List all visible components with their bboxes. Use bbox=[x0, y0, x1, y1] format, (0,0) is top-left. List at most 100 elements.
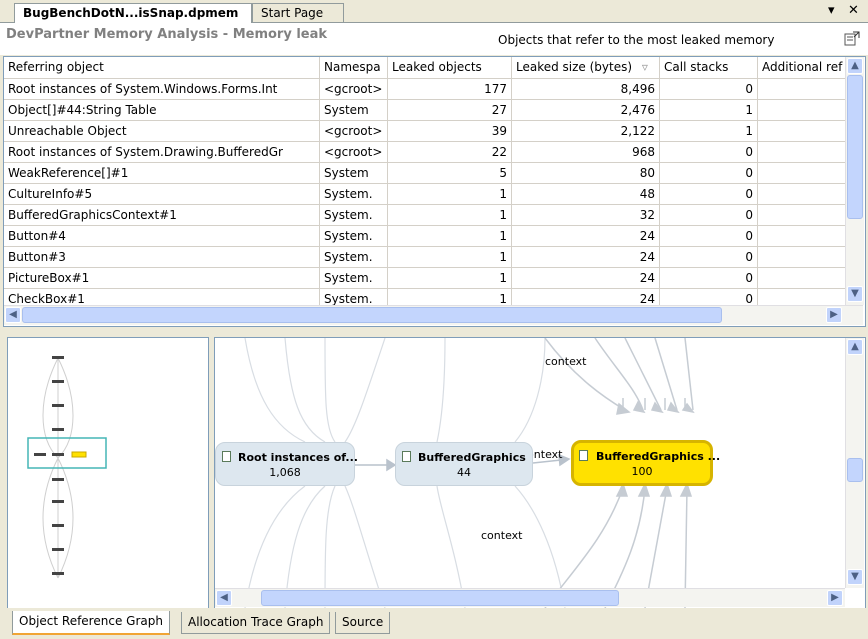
edge-label-context: context bbox=[481, 529, 523, 542]
table-cell: <gcroot> bbox=[320, 121, 388, 142]
table-row[interactable]: PictureBox#1 System. 1 24 0 bbox=[4, 268, 846, 289]
document-icon bbox=[402, 451, 411, 462]
table-row[interactable]: CultureInfo#5 System. 1 48 0 bbox=[4, 184, 846, 205]
table-cell: 1 bbox=[388, 205, 512, 226]
scroll-right-icon[interactable]: ▶ bbox=[826, 307, 842, 323]
table-cell: 0 bbox=[660, 226, 758, 247]
doc-tab-dpmem[interactable]: BugBenchDotN...isSnap.dpmem bbox=[14, 3, 252, 23]
table-cell: System. bbox=[320, 205, 388, 226]
table-row[interactable]: Button#3 System. 1 24 0 bbox=[4, 247, 846, 268]
table-row[interactable]: WeakReference[]#1 System 5 80 0 bbox=[4, 163, 846, 184]
pane-splitter[interactable] bbox=[0, 327, 868, 335]
table-cell: PictureBox#1 bbox=[4, 268, 320, 289]
table-cell: 2,476 bbox=[512, 100, 660, 121]
graph-node-buffered-graphics-selected[interactable]: BufferedGraphics ... 100 bbox=[571, 440, 720, 486]
chevron-down-icon[interactable]: ▾ bbox=[828, 2, 835, 20]
scroll-right-icon[interactable]: ▶ bbox=[827, 590, 843, 606]
table-cell: 22 bbox=[388, 142, 512, 163]
table-cell: 24 bbox=[512, 268, 660, 289]
graph-node-value: 1,068 bbox=[269, 466, 301, 479]
bottom-tab-strip: Object Reference Graph Allocation Trace … bbox=[0, 608, 868, 639]
column-header-referring-object[interactable]: Referring object bbox=[4, 57, 320, 79]
table-cell bbox=[758, 142, 846, 163]
table-cell: Unreachable Object bbox=[4, 121, 320, 142]
graph-horizontal-scrollbar[interactable]: ◀ ▶ bbox=[215, 588, 845, 607]
table-cell: 1 bbox=[388, 268, 512, 289]
table-cell bbox=[758, 163, 846, 184]
graph-node-root-instances[interactable]: Root instances of... 1,068 bbox=[215, 442, 358, 486]
table-cell: System. bbox=[320, 226, 388, 247]
table-row[interactable]: Root instances of System.Drawing.Buffere… bbox=[4, 142, 846, 163]
object-reference-graph[interactable]: context context context Root instances o… bbox=[214, 337, 866, 609]
grid-hscroll-thumb[interactable] bbox=[22, 307, 722, 323]
document-icon bbox=[579, 450, 588, 461]
page-title: DevPartner Memory Analysis - Memory leak bbox=[6, 27, 328, 42]
graph-vscroll-thumb[interactable] bbox=[847, 458, 863, 482]
sort-descending-icon: ▿ bbox=[641, 60, 648, 74]
table-row[interactable]: Button#4 System. 1 24 0 bbox=[4, 226, 846, 247]
table-cell: WeakReference[]#1 bbox=[4, 163, 320, 184]
table-cell: CultureInfo#5 bbox=[4, 184, 320, 205]
table-cell: 0 bbox=[660, 184, 758, 205]
table-cell: System. bbox=[320, 247, 388, 268]
scroll-left-icon[interactable]: ◀ bbox=[216, 590, 232, 606]
table-cell: Object[]#44:String Table bbox=[4, 100, 320, 121]
table-cell: Root instances of System.Windows.Forms.I… bbox=[4, 79, 320, 100]
table-row[interactable]: Unreachable Object <gcroot> 39 2,122 1 bbox=[4, 121, 846, 142]
table-cell bbox=[758, 121, 846, 142]
scroll-up-icon[interactable]: ▲ bbox=[847, 58, 863, 74]
scroll-left-icon[interactable]: ◀ bbox=[5, 307, 21, 323]
table-cell: 1 bbox=[660, 100, 758, 121]
graph-vertical-scrollbar[interactable]: ▲ ▼ bbox=[845, 338, 864, 588]
tab-object-reference-graph[interactable]: Object Reference Graph bbox=[12, 611, 170, 635]
overview-minimap bbox=[27, 356, 107, 579]
column-header-leaked-size-label: Leaked size (bytes) bbox=[516, 60, 633, 74]
table-cell bbox=[758, 247, 846, 268]
scroll-up-icon[interactable]: ▲ bbox=[847, 339, 863, 355]
table-cell bbox=[758, 226, 846, 247]
table-cell: 0 bbox=[660, 268, 758, 289]
table-row[interactable]: Object[]#44:String Table System 27 2,476 1 bbox=[4, 100, 846, 121]
tab-allocation-trace-graph[interactable]: Allocation Trace Graph bbox=[181, 612, 331, 634]
table-row[interactable]: BufferedGraphicsContext#1 System. 1 32 0 bbox=[4, 205, 846, 226]
table-cell: BufferedGraphicsContext#1 bbox=[4, 205, 320, 226]
graph-node-title: Root instances of... bbox=[238, 451, 358, 464]
document-icon bbox=[222, 451, 231, 462]
table-cell: <gcroot> bbox=[320, 79, 388, 100]
column-header-additional-ref[interactable]: Additional ref bbox=[758, 57, 846, 79]
grid-vscroll-thumb[interactable] bbox=[847, 75, 863, 219]
table-cell: 80 bbox=[512, 163, 660, 184]
graph-overview-panel[interactable] bbox=[7, 337, 209, 609]
column-header-leaked-size[interactable]: Leaked size (bytes) ▿ bbox=[512, 57, 660, 79]
graph-hscroll-thumb[interactable] bbox=[261, 590, 619, 606]
table-cell: Button#4 bbox=[4, 226, 320, 247]
table-cell: System bbox=[320, 163, 388, 184]
grid-horizontal-scrollbar[interactable]: ◀ ▶ bbox=[4, 305, 863, 325]
table-cell: 968 bbox=[512, 142, 660, 163]
table-cell: 39 bbox=[388, 121, 512, 142]
table-cell: Button#3 bbox=[4, 247, 320, 268]
table-cell: System. bbox=[320, 184, 388, 205]
export-icon[interactable] bbox=[844, 30, 860, 46]
table-cell: 48 bbox=[512, 184, 660, 205]
column-header-namespace[interactable]: Namespa bbox=[320, 57, 388, 79]
scroll-down-icon[interactable]: ▼ bbox=[847, 569, 863, 585]
table-cell: 0 bbox=[660, 163, 758, 184]
tab-source[interactable]: Source bbox=[335, 612, 391, 634]
table-cell: 2,122 bbox=[512, 121, 660, 142]
table-cell: System bbox=[320, 100, 388, 121]
close-icon[interactable]: ✕ bbox=[848, 2, 859, 20]
table-cell: 1 bbox=[388, 247, 512, 268]
doc-tab-start-page[interactable]: Start Page bbox=[252, 3, 344, 22]
table-cell: 27 bbox=[388, 100, 512, 121]
scroll-down-icon[interactable]: ▼ bbox=[847, 286, 863, 302]
table-cell bbox=[758, 205, 846, 226]
column-header-call-stacks[interactable]: Call stacks bbox=[660, 57, 758, 79]
graph-node-buffered-graphics-context[interactable]: BufferedGraphics 44 bbox=[395, 442, 533, 486]
table-row[interactable]: Root instances of System.Windows.Forms.I… bbox=[4, 79, 846, 100]
analysis-header: DevPartner Memory Analysis - Memory leak… bbox=[0, 23, 868, 55]
grid-vertical-scrollbar[interactable]: ▲ ▼ bbox=[845, 57, 864, 305]
column-header-leaked-objects[interactable]: Leaked objects bbox=[388, 57, 512, 79]
table-cell: 1 bbox=[660, 121, 758, 142]
document-tab-strip: BugBenchDotN...isSnap.dpmem Start Page ▾… bbox=[0, 0, 868, 23]
